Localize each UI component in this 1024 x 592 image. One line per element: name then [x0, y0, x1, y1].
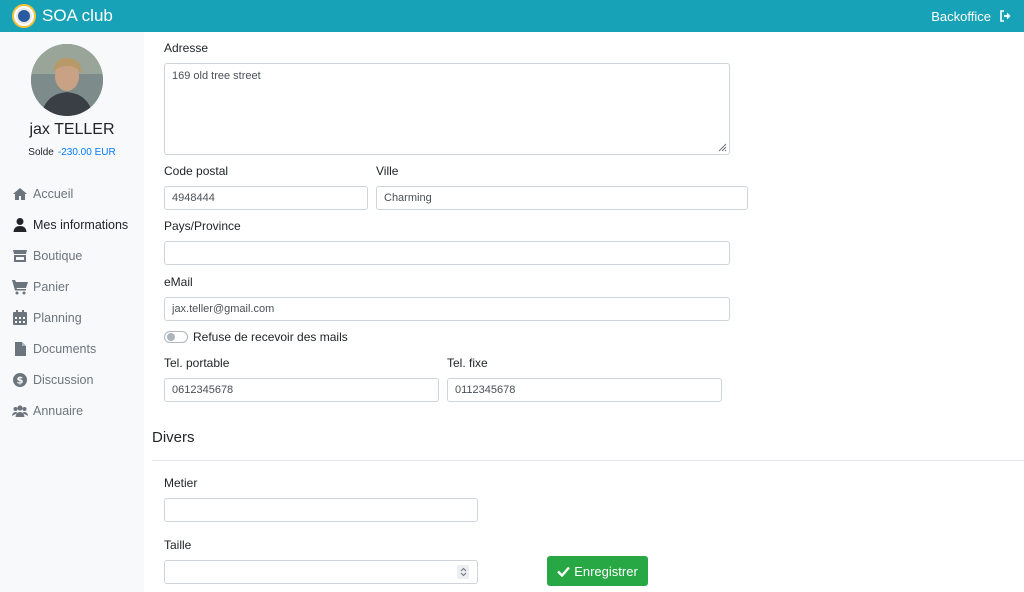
city-value: Charming [384, 192, 432, 204]
number-spinner-icon[interactable] [457, 565, 469, 579]
home-icon [13, 187, 27, 200]
address-label: Adresse [164, 41, 209, 55]
sidebar: jax TELLER Solde -230.00 EUR Accueil Mes … [0, 32, 144, 592]
sidebar-item-mes-informations[interactable]: Mes informations [12, 209, 128, 240]
job-label: Metier [164, 476, 198, 490]
mobile-input[interactable]: 0612345678 [164, 378, 439, 402]
postal-code-label: Code postal [164, 164, 229, 178]
resize-handle-icon[interactable] [718, 143, 727, 152]
store-icon [13, 249, 27, 262]
backoffice-link[interactable]: Backoffice [931, 0, 1012, 32]
cart-icon [12, 279, 28, 294]
sidebar-item-discussion[interactable]: $ Discussion [12, 364, 128, 395]
balance-label: Solde [28, 147, 54, 158]
save-button[interactable]: Enregistrer [547, 556, 648, 586]
city-input[interactable]: Charming [376, 186, 748, 210]
check-icon [557, 566, 571, 577]
address-textarea[interactable]: 169 old tree street [164, 63, 730, 155]
height-input[interactable] [164, 560, 478, 584]
mobile-value: 0612345678 [172, 384, 234, 396]
height-label: Taille [164, 538, 192, 552]
landline-label: Tel. fixe [447, 356, 488, 370]
app-name: SOA club [42, 6, 113, 25]
landline-value: 0112345678 [455, 384, 516, 396]
section-title-divers: Divers [152, 429, 195, 446]
sidebar-item-label: Accueil [33, 186, 74, 201]
landline-input[interactable]: 0112345678 [447, 378, 722, 402]
city-label: Ville [376, 164, 399, 178]
sidebar-item-accueil[interactable]: Accueil [12, 178, 128, 209]
sidebar-item-label: Discussion [33, 372, 94, 387]
sidebar-item-label: Panier [33, 279, 70, 294]
save-label: Enregistrer [574, 563, 638, 579]
users-icon [12, 404, 28, 417]
email-value: jax.teller@gmail.com [172, 303, 275, 315]
balance-value: -230.00 EUR [57, 147, 116, 158]
user-name: jax TELLER [29, 121, 115, 138]
country-label: Pays/Province [164, 219, 241, 233]
svg-text:$: $ [17, 375, 24, 386]
sidebar-item-label: Documents [33, 341, 97, 356]
refuse-mail-toggle[interactable] [164, 331, 188, 343]
email-input[interactable]: jax.teller@gmail.com [164, 297, 730, 321]
sidebar-nav: Accueil Mes informations Boutique Panier… [12, 178, 128, 426]
calendar-icon [13, 309, 27, 325]
user-icon [13, 217, 27, 232]
mobile-label: Tel. portable [164, 356, 230, 370]
balance: Solde -230.00 EUR [0, 147, 144, 158]
club-logo-icon [12, 4, 36, 28]
address-value: 169 old tree street [172, 70, 261, 82]
sidebar-item-label: Boutique [33, 248, 83, 263]
divider [152, 460, 1024, 461]
sidebar-item-documents[interactable]: Documents [12, 333, 128, 364]
refuse-mail-label: Refuse de recevoir des mails [193, 330, 348, 344]
file-icon [15, 341, 26, 356]
postal-code-value: 4948444 [172, 192, 215, 204]
job-input[interactable] [164, 498, 478, 522]
postal-code-input[interactable]: 4948444 [164, 186, 368, 210]
dollar-circle-icon: $ [13, 372, 27, 387]
top-navbar: SOA club Backoffice [0, 0, 1024, 32]
sidebar-item-planning[interactable]: Planning [12, 302, 128, 333]
sidebar-item-boutique[interactable]: Boutique [12, 240, 128, 271]
avatar[interactable] [31, 44, 103, 116]
sidebar-item-label: Annuaire [33, 403, 84, 418]
sidebar-item-label: Mes informations [33, 217, 129, 232]
email-label: eMail [164, 275, 193, 289]
sidebar-item-annuaire[interactable]: Annuaire [12, 395, 128, 426]
country-input[interactable] [164, 241, 730, 265]
brand-link[interactable]: SOA club [12, 4, 113, 28]
sidebar-item-label: Planning [33, 310, 82, 325]
sign-out-icon [1000, 10, 1011, 22]
backoffice-label: Backoffice [931, 8, 991, 24]
sidebar-item-panier[interactable]: Panier [12, 271, 128, 302]
